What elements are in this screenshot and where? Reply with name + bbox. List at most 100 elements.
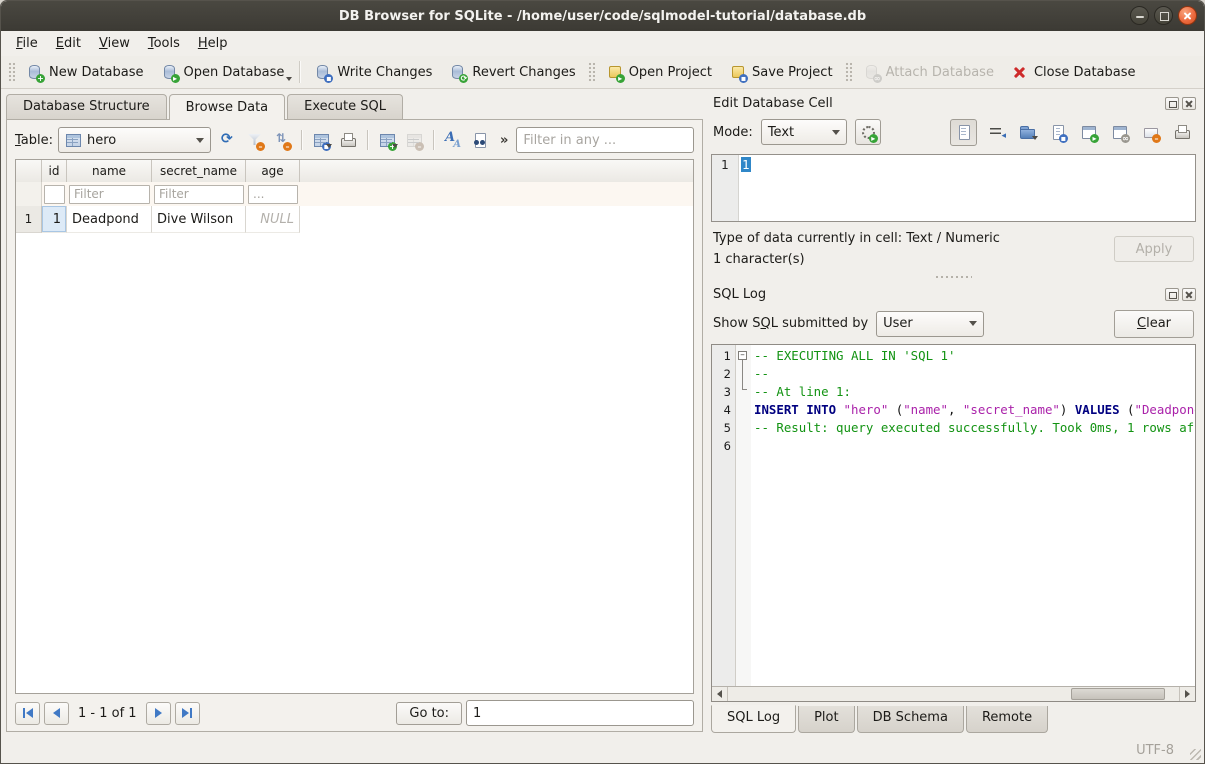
find-in-table-button[interactable] (468, 128, 492, 152)
open-database-icon: ▸ (162, 64, 178, 80)
scrollbar-track[interactable] (728, 687, 1179, 701)
float-dock-icon[interactable] (1165, 97, 1179, 110)
cell-name[interactable]: Deadpond (67, 206, 152, 233)
column-header-secret-name[interactable]: secret_name (152, 160, 246, 182)
open-project-button[interactable]: ▸Open Project (598, 59, 721, 85)
dock-tab-remote[interactable]: Remote (966, 706, 1048, 733)
open-database-button[interactable]: ▸Open Database (153, 59, 294, 85)
cell-age[interactable]: NULL (246, 206, 300, 233)
close-icon[interactable] (1178, 6, 1197, 25)
tab-database-structure[interactable]: Database Structure (6, 94, 167, 119)
previous-record-icon[interactable] (44, 702, 69, 725)
cell-editor[interactable]: 1 1 (711, 154, 1196, 222)
line-number: 2 (712, 365, 735, 383)
scroll-left-icon[interactable] (712, 687, 728, 701)
column-header-name[interactable]: name (67, 160, 152, 182)
float-dock-icon[interactable] (1165, 288, 1179, 301)
table-select[interactable]: hero (58, 127, 211, 153)
print-table-button[interactable] (336, 128, 360, 152)
app-window: DB Browser for SQLite - /home/user/code/… (0, 0, 1205, 764)
sql-fold-margin (736, 345, 751, 686)
menu-view[interactable]: View (90, 33, 139, 54)
scroll-right-icon[interactable] (1179, 687, 1195, 701)
tab-execute-sql[interactable]: Execute SQL (287, 94, 403, 119)
clear-all-filters-button[interactable]: – (243, 128, 267, 152)
browse-data-page: Table: hero ––▪+– » idnamesecret_nameage… (6, 119, 703, 732)
record-navigation: 1 - 1 of 1 Go to: (7, 694, 702, 731)
mode-select[interactable]: Text (761, 119, 847, 145)
toolbar-overflow-icon[interactable]: » (500, 133, 508, 148)
menu-file[interactable]: File (7, 33, 47, 54)
clear-sorting-button[interactable]: – (270, 128, 294, 152)
cell-secret-name[interactable]: Dive Wilson (152, 206, 246, 233)
browse-toolbar: Table: hero ––▪+– » (7, 120, 702, 159)
insert-record-button[interactable]: + (375, 128, 399, 152)
edit-cell-title: Edit Database Cell (713, 96, 1162, 111)
export-data-button[interactable]: ▪ (1046, 120, 1070, 144)
row-number[interactable]: 1 (16, 206, 42, 233)
new-database-button[interactable]: +New Database (18, 59, 153, 85)
column-header-age[interactable]: age (246, 160, 300, 182)
close-dock-icon[interactable] (1182, 97, 1196, 110)
dock-tab-sql-log[interactable]: SQL Log (711, 705, 796, 733)
menu-tools[interactable]: Tools (139, 33, 189, 54)
next-record-icon[interactable] (146, 702, 171, 725)
menu-edit[interactable]: Edit (47, 33, 90, 54)
write-changes-button[interactable]: ▪Write Changes (306, 59, 441, 85)
menu-help[interactable]: Help (189, 33, 237, 54)
save-table-button[interactable]: ▪ (309, 128, 333, 152)
save-project-button[interactable]: ▪Save Project (721, 59, 842, 85)
font-settings-button[interactable] (441, 128, 465, 152)
filter-input-id[interactable] (44, 185, 65, 204)
save-project-icon: ▪ (730, 64, 746, 80)
column-header-id[interactable]: id (42, 160, 67, 182)
clear-log-button[interactable]: Clear (1114, 310, 1194, 338)
grid-corner (16, 160, 42, 182)
set-null-button[interactable]: – (1139, 120, 1163, 144)
dock-tab-db-schema[interactable]: DB Schema (857, 706, 964, 733)
attach-database-icon: ∞ (864, 64, 880, 80)
sql-log-line: -- (754, 365, 1195, 383)
titlebar[interactable]: DB Browser for SQLite - /home/user/code/… (1, 1, 1204, 31)
gear-icon: ▸ (860, 124, 876, 140)
toolbar-separator (367, 130, 368, 150)
grid-filter-row: FilterFilter... (16, 182, 693, 206)
toolbar-handle (588, 62, 595, 82)
scrollbar-thumb[interactable] (1071, 688, 1166, 700)
sql-code[interactable]: -- EXECUTING ALL IN 'SQL 1'---- At line … (751, 345, 1195, 686)
tab-browse-data[interactable]: Browse Data (169, 94, 286, 120)
auto-apply-button[interactable]: ▸ (855, 119, 881, 145)
close-database-button[interactable]: Close Database (1003, 59, 1145, 85)
line-number: 4 (712, 401, 735, 419)
filter-input-secret-name[interactable]: Filter (154, 185, 244, 204)
refresh-button[interactable] (216, 128, 240, 152)
filter-input-name[interactable]: Filter (69, 185, 150, 204)
sql-log-line: INSERT INTO "hero" ("name", "secret_name… (754, 401, 1195, 419)
maximize-icon[interactable] (1154, 6, 1173, 25)
sql-submitter-select[interactable]: User (876, 311, 984, 337)
text-mode-button[interactable] (950, 119, 977, 146)
copy-link-button[interactable]: ∞ (1108, 120, 1132, 144)
first-record-icon[interactable] (15, 702, 40, 725)
goto-button[interactable]: Go to: (396, 702, 462, 725)
revert-changes-button[interactable]: ⟳Revert Changes (441, 59, 584, 85)
horizontal-scrollbar[interactable] (712, 686, 1195, 701)
print-cell-button[interactable] (1170, 120, 1194, 144)
set-null-icon: – (1143, 124, 1159, 140)
filter-any-input[interactable] (516, 127, 694, 153)
sql-submitter-value: User (883, 316, 913, 331)
last-record-icon[interactable] (175, 702, 200, 725)
open-in-external-button[interactable]: ▸ (1077, 120, 1101, 144)
dock-tab-plot[interactable]: Plot (798, 706, 855, 733)
word-wrap-button[interactable] (984, 120, 1008, 144)
filter-input-age[interactable]: ... (248, 185, 298, 204)
import-data-button[interactable] (1015, 120, 1039, 144)
fold-toggle-icon[interactable] (738, 351, 747, 360)
close-dock-icon[interactable] (1182, 288, 1196, 301)
cell-id[interactable]: 1 (42, 206, 67, 233)
minimize-icon[interactable] (1130, 6, 1149, 25)
goto-input[interactable] (466, 700, 694, 726)
grid-empty-area (16, 233, 693, 693)
sql-log-editor: 123456 -- EXECUTING ALL IN 'SQL 1'---- A… (711, 344, 1196, 702)
dock-splitter-handle[interactable] (711, 272, 1196, 282)
